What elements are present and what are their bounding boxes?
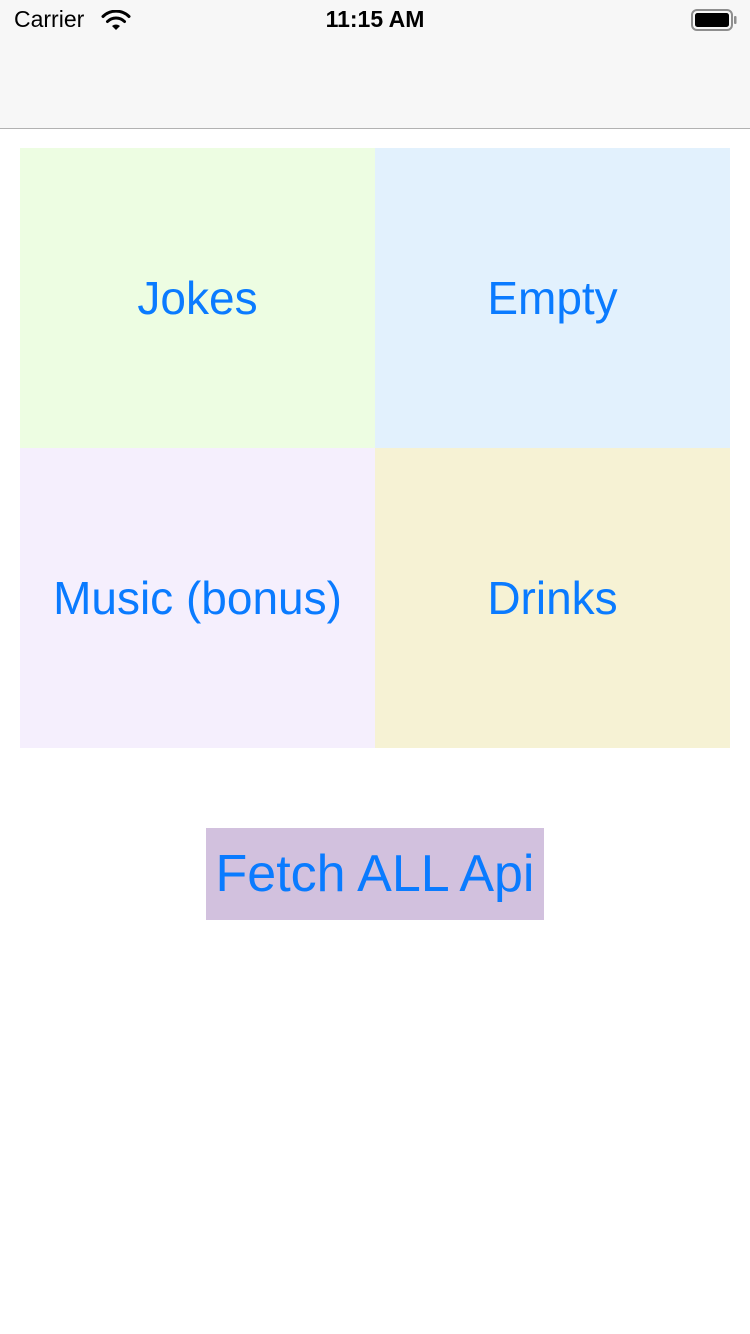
category-grid: Jokes Empty Music (bonus) Drinks [20, 148, 730, 748]
music-bonus-button[interactable]: Music (bonus) [20, 448, 375, 748]
battery-icon [691, 9, 737, 31]
status-bar: Carrier 11:15 AM [0, 0, 750, 40]
fetch-all-api-button[interactable]: Fetch ALL Api [206, 828, 544, 920]
empty-button[interactable]: Empty [375, 148, 730, 448]
jokes-button[interactable]: Jokes [20, 148, 375, 448]
clock: 11:15 AM [325, 6, 425, 32]
navigation-bar [0, 40, 750, 129]
drinks-button[interactable]: Drinks [375, 448, 730, 748]
